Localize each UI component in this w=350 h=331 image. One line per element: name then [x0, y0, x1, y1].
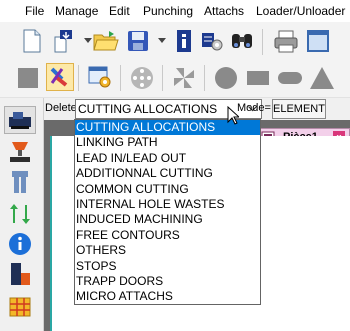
toolbar-separator	[262, 29, 263, 55]
gear-window-icon[interactable]	[86, 63, 114, 91]
toolbar-separator	[78, 65, 79, 91]
menu-loader-unloader[interactable]: Loader/Unloader	[256, 4, 345, 18]
shape-toolbar	[0, 58, 350, 98]
option-linking-path[interactable]: LINKING PATH	[75, 135, 260, 150]
print-icon[interactable]	[272, 27, 300, 55]
left-toolbar	[0, 98, 44, 331]
option-others[interactable]: OTHERS	[75, 243, 260, 258]
option-trapp-doors[interactable]: TRAPP DOORS	[75, 274, 260, 289]
info-icon[interactable]	[4, 230, 36, 258]
menu-punching[interactable]: Punching	[143, 4, 193, 18]
option-induced-machining[interactable]: INDUCED MACHINING	[75, 212, 260, 227]
toolbar-separator	[162, 65, 163, 91]
toolbar-separator	[120, 65, 121, 91]
option-stops[interactable]: STOPS	[75, 259, 260, 274]
delete-type-dropdown-list: CUTTING ALLOCATIONS LINKING PATH LEAD IN…	[74, 119, 261, 305]
circle-icon[interactable]	[212, 64, 240, 92]
delete-label: Delete	[45, 102, 77, 114]
option-common-cutting[interactable]: COMMON CUTTING	[75, 182, 260, 197]
menu-attachs[interactable]: Attachs	[204, 4, 244, 18]
pinwheel-icon[interactable]	[170, 64, 198, 92]
circle-grid-icon[interactable]	[128, 64, 156, 92]
new-document-icon[interactable]	[18, 27, 46, 55]
option-lead-in-lead-out[interactable]: LEAD IN/LEAD OUT	[75, 151, 260, 166]
option-free-contours[interactable]: FREE CONTOURS	[75, 228, 260, 243]
toolbar-separator	[204, 65, 205, 91]
punch-icon[interactable]	[4, 138, 36, 166]
menu-bar: File Manage Edit Punching Attachs Loader…	[0, 0, 350, 22]
option-bar: Delete CUTTING ALLOCATIONS Mode= ELEMENT	[44, 98, 350, 120]
delete-tool-icon[interactable]	[46, 63, 74, 91]
mouse-cursor-icon	[227, 105, 241, 128]
option-internal-hole-wastes[interactable]: INTERNAL HOLE WASTES	[75, 197, 260, 212]
rectangle-icon[interactable]	[244, 64, 272, 92]
delete-type-value: CUTTING ALLOCATIONS	[78, 102, 218, 116]
option-micro-attachs[interactable]: MICRO ATTACHS	[75, 289, 260, 304]
obround-icon[interactable]	[276, 64, 304, 92]
menu-edit[interactable]: Edit	[109, 4, 130, 18]
main-toolbar	[0, 22, 350, 62]
machine-icon[interactable]	[4, 106, 36, 134]
binoculars-icon[interactable]	[228, 27, 256, 55]
mode-label: Mode=	[237, 102, 271, 114]
info-book-icon[interactable]	[170, 27, 198, 55]
open-folder-icon[interactable]	[92, 27, 120, 55]
window-icon[interactable]	[304, 27, 332, 55]
square-icon[interactable]	[14, 64, 42, 92]
arrow-icon[interactable]	[4, 200, 36, 228]
tool-icon[interactable]	[4, 168, 36, 196]
menu-file[interactable]: File	[25, 4, 44, 18]
grid-icon[interactable]	[4, 292, 36, 320]
option-additionnal-cutting[interactable]: ADDITIONNAL CUTTING	[75, 166, 260, 181]
settings-icon[interactable]	[198, 27, 226, 55]
triangle-icon[interactable]	[308, 64, 336, 92]
mode-button[interactable]: ELEMENT	[272, 99, 326, 119]
menu-manage[interactable]: Manage	[55, 4, 98, 18]
loader-icon[interactable]	[4, 260, 36, 288]
